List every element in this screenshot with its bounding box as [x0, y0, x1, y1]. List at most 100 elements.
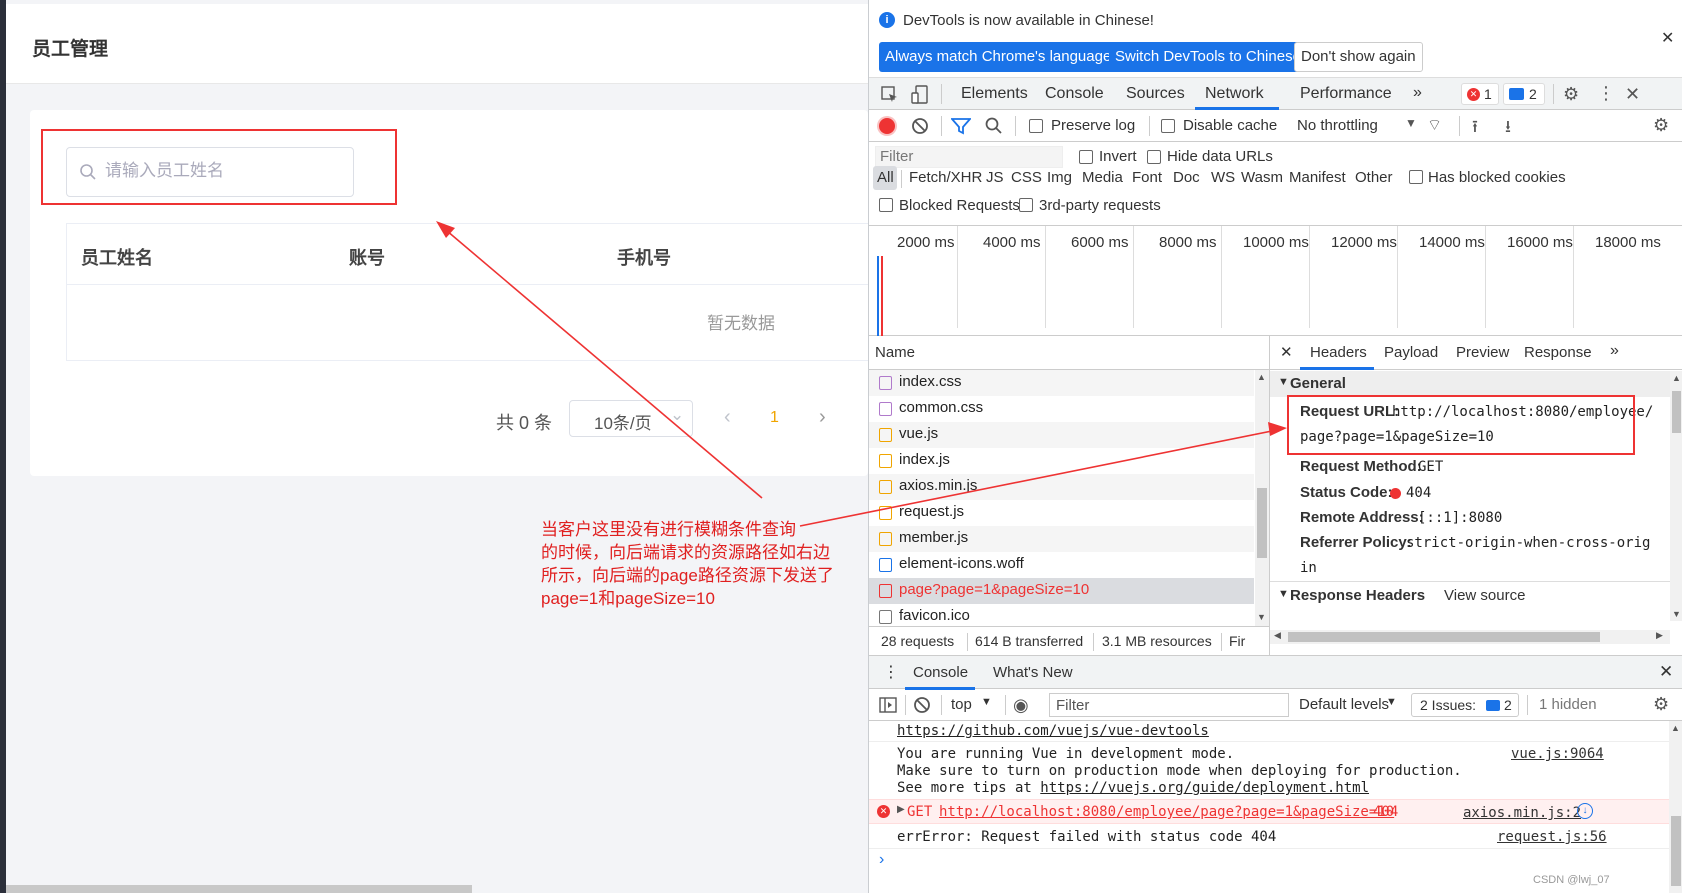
- expand-triangle-icon[interactable]: ▶: [897, 804, 905, 815]
- settings-gear-icon[interactable]: ⚙: [1563, 84, 1579, 105]
- error-counter[interactable]: ✕ 1: [1461, 83, 1499, 105]
- filter-icon[interactable]: [951, 117, 971, 135]
- import-har-icon[interactable]: ⭱: [1472, 114, 1478, 143]
- close-devtools-icon[interactable]: ✕: [1625, 84, 1640, 105]
- console-prompt-icon[interactable]: ›: [879, 851, 884, 869]
- issues-counter[interactable]: 2: [1503, 83, 1545, 105]
- more-tabs-icon[interactable]: »: [1610, 342, 1619, 360]
- chevron-down-icon[interactable]: ▼: [1405, 116, 1417, 130]
- clear-icon[interactable]: [911, 117, 929, 135]
- console-settings-gear-icon[interactable]: ⚙: [1653, 694, 1669, 715]
- type-filter-all[interactable]: All: [877, 169, 894, 186]
- always-match-language-button[interactable]: Always match Chrome's language: [879, 42, 1118, 72]
- close-detail-icon[interactable]: ✕: [1280, 343, 1293, 361]
- next-page-button[interactable]: ›: [819, 406, 826, 429]
- filter-input-wrapper[interactable]: Filter: [875, 146, 1063, 168]
- console-source-link[interactable]: axios.min.js:2: [1463, 805, 1581, 821]
- throttling-select[interactable]: No throttling: [1297, 117, 1378, 134]
- type-filter-doc[interactable]: Doc: [1173, 169, 1200, 186]
- network-settings-gear-icon[interactable]: ⚙: [1653, 115, 1669, 136]
- scroll-thumb[interactable]: [1671, 816, 1681, 886]
- detail-hscrollbar[interactable]: ◀ ▶: [1270, 630, 1670, 644]
- blocked-requests-checkbox[interactable]: [879, 198, 893, 212]
- has-blocked-cookies-checkbox[interactable]: [1409, 170, 1423, 184]
- scroll-up-icon[interactable]: ▲: [1671, 723, 1680, 733]
- scroll-up-icon[interactable]: ▲: [1672, 373, 1681, 383]
- detail-tab-payload[interactable]: Payload: [1384, 344, 1438, 361]
- type-filter-css[interactable]: CSS: [1011, 169, 1042, 186]
- disable-cache-checkbox[interactable]: [1161, 119, 1175, 133]
- scroll-thumb[interactable]: [1257, 488, 1267, 558]
- request-row[interactable]: vue.js: [869, 422, 1254, 448]
- switch-to-chinese-button[interactable]: Switch DevTools to Chinese: [1109, 42, 1307, 72]
- tab-elements[interactable]: Elements: [961, 85, 1028, 103]
- request-row[interactable]: request.js: [869, 500, 1254, 526]
- scroll-up-icon[interactable]: ▲: [1257, 372, 1266, 382]
- type-filter-js[interactable]: JS: [986, 169, 1004, 186]
- tab-performance[interactable]: Performance: [1300, 85, 1392, 103]
- request-row[interactable]: axios.min.js: [869, 474, 1254, 500]
- request-row[interactable]: index.js: [869, 448, 1254, 474]
- console-link[interactable]: https://github.com/vuejs/vue-devtools: [897, 723, 1209, 739]
- name-column-header[interactable]: Name: [875, 344, 915, 361]
- close-drawer-icon[interactable]: ✕: [1659, 662, 1673, 682]
- type-filter-media[interactable]: Media: [1082, 169, 1123, 186]
- page-number-current[interactable]: 1: [770, 409, 779, 427]
- detail-tab-preview[interactable]: Preview: [1456, 344, 1509, 361]
- more-tabs-icon[interactable]: »: [1413, 84, 1422, 102]
- detail-scrollbar[interactable]: ▲ ▼: [1670, 371, 1682, 621]
- search-icon[interactable]: [985, 117, 1003, 135]
- column-header-name[interactable]: 员工姓名: [81, 244, 153, 270]
- scroll-left-icon[interactable]: ◀: [1274, 630, 1281, 641]
- eye-icon[interactable]: ◉: [1013, 695, 1029, 716]
- tab-sources[interactable]: Sources: [1126, 85, 1185, 103]
- view-source-link[interactable]: View source: [1444, 587, 1525, 604]
- request-row[interactable]: favicon.ico: [869, 604, 1254, 626]
- requests-scrollbar[interactable]: ▲ ▼: [1255, 370, 1269, 626]
- invert-checkbox[interactable]: [1079, 150, 1093, 164]
- type-filter-font[interactable]: Font: [1132, 169, 1162, 186]
- type-filter-other[interactable]: Other: [1355, 169, 1393, 186]
- log-levels-select[interactable]: Default levels: [1299, 696, 1389, 713]
- issues-button[interactable]: 2 Issues: 2: [1411, 693, 1519, 717]
- prev-page-button[interactable]: ‹: [724, 406, 731, 429]
- scroll-right-icon[interactable]: ▶: [1656, 630, 1663, 641]
- console-sidebar-icon[interactable]: [879, 697, 897, 713]
- console-source-link[interactable]: request.js:56: [1497, 829, 1607, 845]
- dont-show-again-button[interactable]: Don't show again: [1294, 42, 1423, 72]
- tab-network[interactable]: Network: [1205, 85, 1264, 103]
- close-infobar-icon[interactable]: ✕: [1661, 28, 1674, 48]
- response-headers-section-header[interactable]: ▼ Response Headers View source: [1270, 581, 1670, 607]
- drawer-tab-whats-new[interactable]: What's New: [993, 664, 1073, 681]
- detail-tab-response[interactable]: Response: [1524, 344, 1592, 361]
- scroll-down-icon[interactable]: ▼: [1257, 612, 1266, 622]
- detail-tab-headers[interactable]: Headers: [1310, 344, 1367, 361]
- error-url-link[interactable]: http://localhost:8080/employee/page?page…: [939, 804, 1394, 820]
- timeline-overview[interactable]: 2000 ms 4000 ms 6000 ms 8000 ms 10000 ms…: [869, 226, 1682, 336]
- filter-input[interactable]: Filter: [880, 148, 913, 165]
- request-row[interactable]: index.css: [869, 370, 1254, 396]
- console-filter-input[interactable]: Filter: [1049, 693, 1289, 717]
- type-filter-fetch-xhr[interactable]: Fetch/XHR: [909, 169, 982, 186]
- device-toolbar-icon[interactable]: [911, 85, 929, 105]
- console-link[interactable]: https://vuejs.org/guide/deployment.html: [1040, 780, 1369, 796]
- column-header-phone[interactable]: 手机号: [617, 244, 671, 270]
- type-filter-ws[interactable]: WS: [1211, 169, 1235, 186]
- inspect-element-icon[interactable]: [881, 86, 899, 104]
- hide-data-urls-checkbox[interactable]: [1147, 150, 1161, 164]
- clear-console-icon[interactable]: [913, 696, 931, 714]
- request-row[interactable]: common.css: [869, 396, 1254, 422]
- more-options-icon[interactable]: ⋮: [1597, 83, 1615, 104]
- scroll-thumb[interactable]: [1288, 632, 1600, 642]
- column-header-account[interactable]: 账号: [349, 244, 385, 270]
- request-row[interactable]: member.js: [869, 526, 1254, 552]
- drawer-menu-icon[interactable]: ⋮: [883, 662, 899, 682]
- third-party-checkbox[interactable]: [1019, 198, 1033, 212]
- horizontal-scrollbar[interactable]: [6, 885, 472, 893]
- request-row-selected[interactable]: page?page=1&pageSize=10: [869, 578, 1254, 604]
- network-conditions-icon[interactable]: ⌔: [1427, 115, 1442, 135]
- network-request-icon[interactable]: ↓: [1577, 803, 1593, 819]
- preserve-log-checkbox[interactable]: [1029, 119, 1043, 133]
- scroll-down-icon[interactable]: ▼: [1672, 609, 1681, 619]
- chevron-down-icon[interactable]: ▼: [1386, 696, 1397, 708]
